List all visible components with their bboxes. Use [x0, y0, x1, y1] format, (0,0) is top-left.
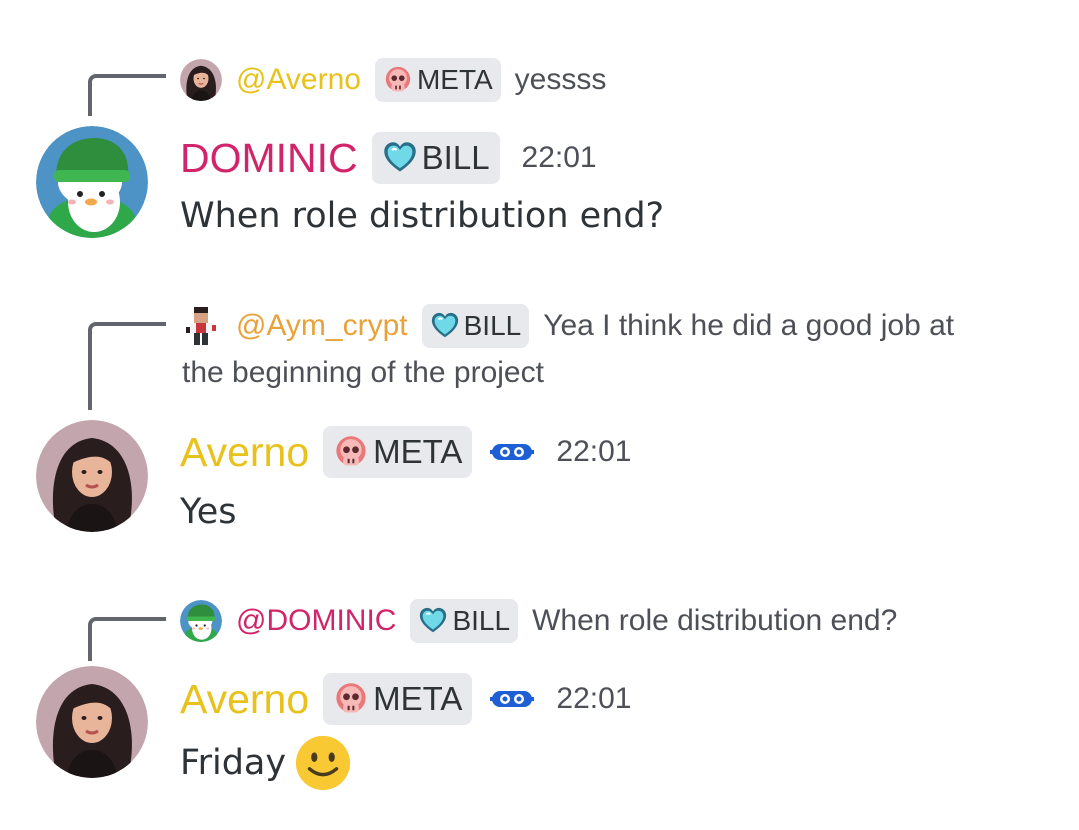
username[interactable]: DOMINIC — [180, 135, 358, 182]
avatar[interactable] — [180, 59, 222, 101]
avatar[interactable] — [180, 305, 222, 347]
role-badge-label: BILL — [463, 310, 522, 341]
skull-icon — [333, 434, 369, 470]
message-text: Friday — [180, 743, 287, 783]
role-badge-label: META — [416, 64, 493, 95]
glasses-icon — [490, 685, 534, 713]
heart-icon — [382, 140, 418, 176]
averno-avatar-icon — [36, 666, 148, 778]
username[interactable]: Averno — [180, 676, 309, 723]
reply-preview[interactable]: @Aym_crypt BILL Yea I think he did a goo… — [180, 302, 954, 350]
message-header: DOMINIC BILL 22:01 — [180, 130, 597, 186]
reply-username[interactable]: @Aym_crypt — [236, 309, 408, 343]
role-badge[interactable]: META — [323, 426, 473, 478]
role-badge-label: BILL — [452, 605, 511, 636]
reply-preview[interactable]: @DOMINIC BILL When role distribution end… — [180, 597, 897, 645]
avatar[interactable] — [180, 600, 222, 642]
averno-avatar-icon — [180, 59, 222, 101]
reply-text: When role distribution end? — [532, 604, 898, 637]
reply-preview[interactable]: @Averno META yessss — [180, 56, 606, 104]
averno-avatar-icon — [36, 420, 148, 532]
timestamp: 22:01 — [556, 682, 632, 715]
penguin-avatar-icon — [36, 126, 148, 238]
timestamp: 22:01 — [521, 141, 597, 174]
message-header: Averno META 22:01 — [180, 424, 631, 480]
timestamp: 22:01 — [556, 435, 632, 468]
avatar[interactable] — [36, 126, 148, 238]
role-badge[interactable]: BILL — [371, 132, 500, 184]
avatar[interactable] — [36, 420, 148, 532]
pixel-character-avatar-icon — [180, 305, 222, 347]
reply-text: yessss — [514, 63, 607, 96]
avatar[interactable] — [36, 666, 148, 778]
skull-icon — [383, 65, 413, 95]
reply-connector — [88, 74, 166, 116]
reply-text-continued: the beginning of the project — [182, 356, 544, 389]
glasses-icon — [490, 438, 534, 466]
message-content: When role distribution end? — [180, 196, 665, 236]
role-badge-label: META — [373, 680, 463, 717]
role-badge-label: BILL — [421, 139, 490, 176]
role-badge[interactable]: BILL — [410, 599, 519, 643]
role-badge[interactable]: META — [323, 673, 473, 725]
skull-icon — [333, 681, 369, 717]
reply-connector — [88, 322, 166, 410]
username[interactable]: Averno — [180, 429, 309, 476]
penguin-avatar-icon — [180, 600, 222, 642]
heart-icon — [418, 606, 448, 636]
reply-username[interactable]: @Averno — [236, 63, 361, 97]
message-content: Yes — [180, 492, 237, 532]
role-badge-label: META — [373, 433, 463, 470]
heart-icon — [430, 311, 460, 341]
role-badge[interactable]: BILL — [421, 304, 530, 348]
smiley-emoji-icon — [294, 734, 352, 792]
message-header: Averno META 22:01 — [180, 671, 631, 727]
reply-username[interactable]: @DOMINIC — [236, 604, 396, 638]
message-content: Friday — [180, 734, 352, 792]
reply-text: Yea I think he did a good job at — [543, 309, 955, 342]
role-badge[interactable]: META — [374, 58, 501, 102]
reply-connector — [88, 617, 166, 661]
